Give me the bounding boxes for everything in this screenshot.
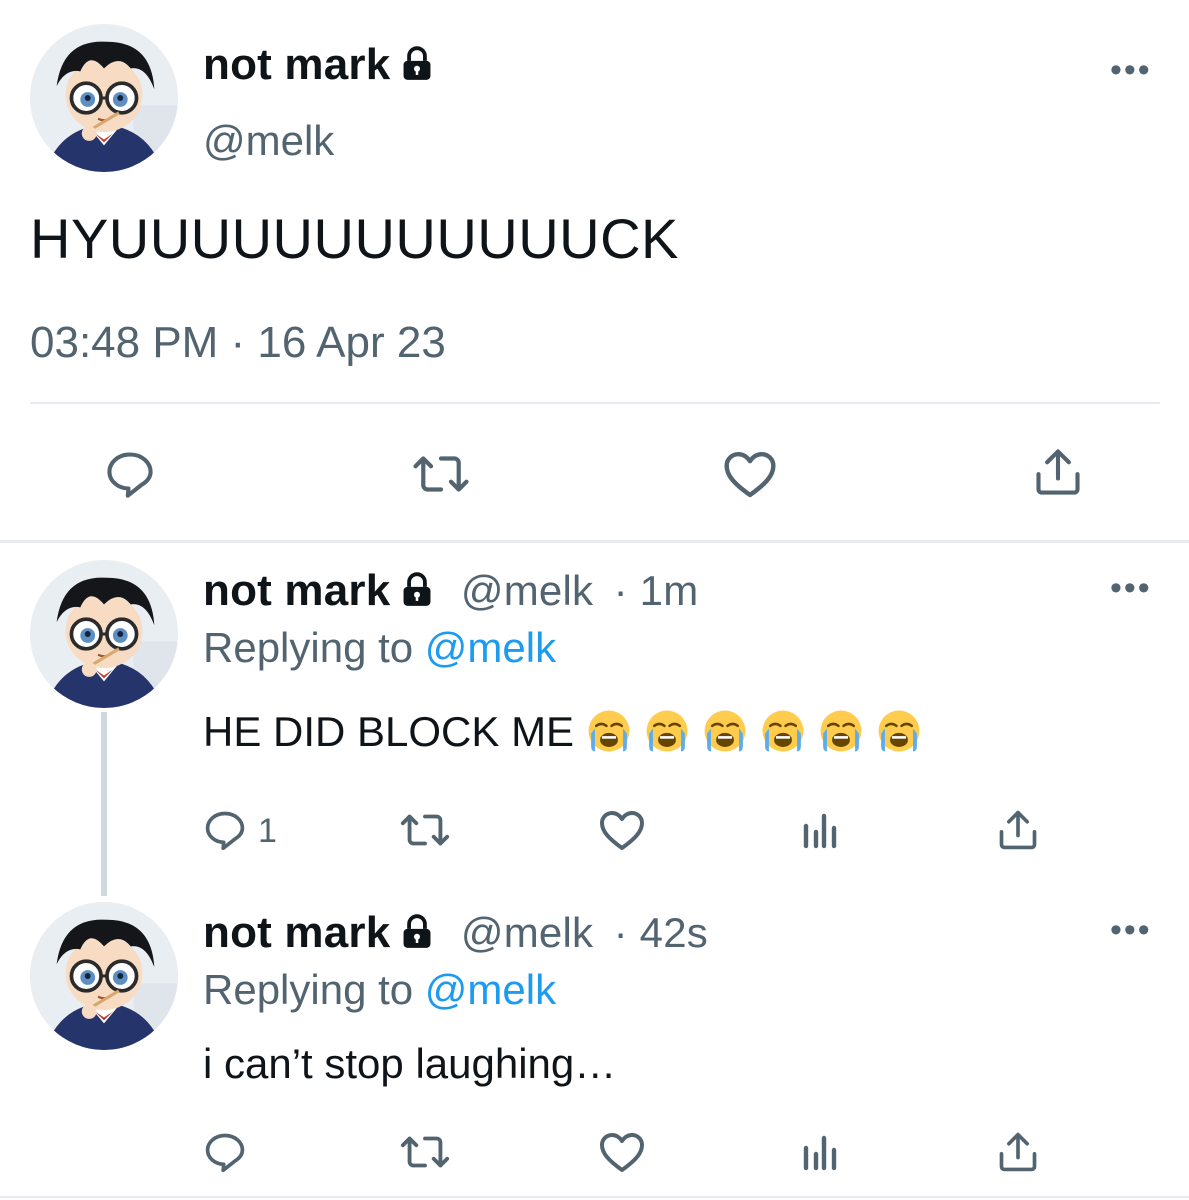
divider bbox=[30, 402, 1160, 404]
handle[interactable]: @melk bbox=[203, 117, 334, 165]
display-name[interactable]: not mark bbox=[203, 40, 436, 94]
section-divider bbox=[0, 540, 1189, 543]
avatar[interactable] bbox=[30, 24, 178, 172]
reply-header: not mark @melk · 42s bbox=[203, 908, 708, 962]
handle[interactable]: @melk bbox=[461, 909, 593, 956]
lock-icon bbox=[398, 570, 436, 620]
reply-text: i can’t stop laughing… bbox=[203, 1040, 617, 1087]
views-icon[interactable] bbox=[800, 1132, 840, 1172]
avatar[interactable] bbox=[30, 560, 178, 708]
bottom-divider bbox=[0, 1196, 1189, 1198]
relative-time[interactable]: · 1m bbox=[614, 567, 699, 614]
loudly-crying-face-emoji bbox=[876, 708, 922, 764]
like-icon[interactable] bbox=[598, 808, 646, 852]
reply-header: not mark @melk · 1m bbox=[203, 566, 698, 620]
share-icon[interactable] bbox=[996, 1130, 1040, 1174]
relative-time[interactable]: · 42s bbox=[614, 909, 708, 956]
reply-icon[interactable] bbox=[203, 1130, 247, 1174]
like-icon[interactable] bbox=[598, 1130, 646, 1174]
retweet-icon[interactable] bbox=[410, 450, 472, 498]
avatar[interactable] bbox=[30, 902, 178, 1050]
reply-icon[interactable] bbox=[203, 808, 247, 852]
loudly-crying-face-emoji bbox=[760, 708, 806, 764]
loudly-crying-face-emoji bbox=[702, 708, 748, 764]
replying-prefix: Replying to bbox=[203, 624, 414, 671]
tweet-text: HYUUUUUUUUUUUUCK bbox=[30, 207, 679, 270]
reply-count: 1 bbox=[258, 812, 277, 850]
reply-text-content: HE DID BLOCK ME bbox=[203, 708, 575, 755]
replying-to-link[interactable]: @melk bbox=[425, 966, 556, 1013]
share-icon[interactable] bbox=[996, 808, 1040, 852]
more-options-button[interactable]: ••• bbox=[1110, 571, 1152, 605]
emoji-row bbox=[574, 708, 922, 755]
loudly-crying-face-emoji bbox=[644, 708, 690, 764]
replying-to: Replying to @melk bbox=[203, 966, 556, 1014]
lock-icon bbox=[398, 912, 436, 962]
replying-to: Replying to @melk bbox=[203, 624, 556, 672]
share-icon[interactable] bbox=[1032, 446, 1084, 498]
timestamp[interactable]: 03:48 PM · 16 Apr 23 bbox=[30, 318, 446, 368]
lock-icon bbox=[398, 44, 436, 94]
replying-prefix: Replying to bbox=[203, 966, 414, 1013]
reply-text: HE DID BLOCK ME bbox=[203, 708, 922, 764]
reply-icon[interactable] bbox=[104, 448, 156, 500]
views-icon[interactable] bbox=[800, 810, 840, 850]
display-name-text[interactable]: not mark bbox=[203, 566, 390, 615]
replying-to-link[interactable]: @melk bbox=[425, 624, 556, 671]
thread-line bbox=[101, 712, 107, 896]
display-name-text: not mark bbox=[203, 40, 391, 89]
retweet-icon[interactable] bbox=[398, 1132, 452, 1172]
retweet-icon[interactable] bbox=[398, 810, 452, 850]
loudly-crying-face-emoji bbox=[818, 708, 864, 764]
like-icon[interactable] bbox=[722, 448, 778, 500]
loudly-crying-face-emoji bbox=[586, 708, 632, 764]
more-options-button[interactable]: ••• bbox=[1110, 53, 1152, 87]
display-name-text[interactable]: not mark bbox=[203, 908, 390, 957]
more-options-button[interactable]: ••• bbox=[1110, 913, 1152, 947]
handle[interactable]: @melk bbox=[461, 567, 593, 614]
